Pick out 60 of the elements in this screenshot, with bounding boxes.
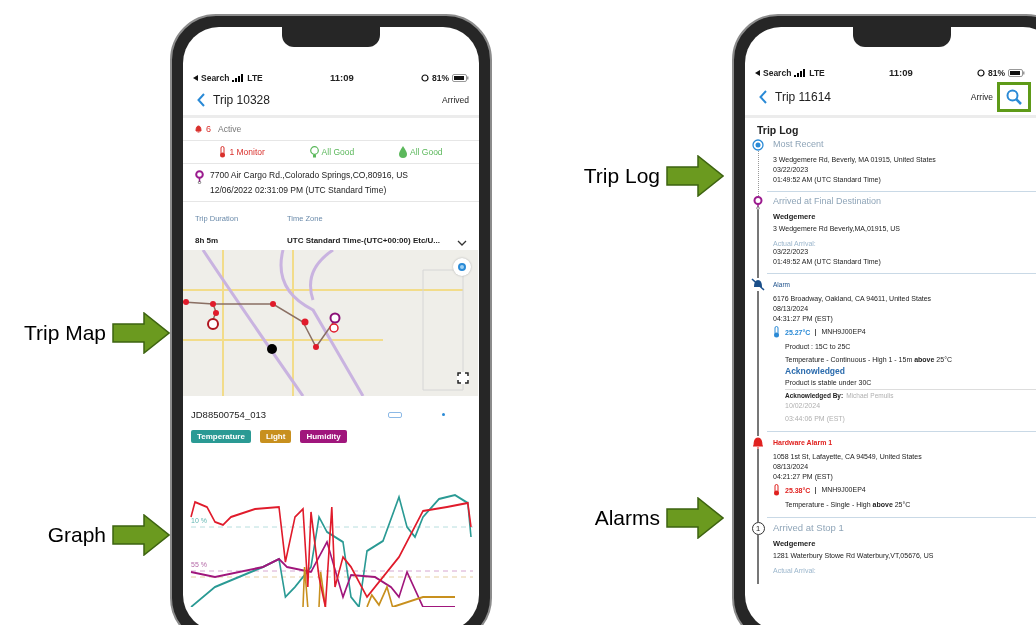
back-triangle-icon: [755, 69, 760, 76]
arrow-icon: [666, 155, 724, 197]
page-dot-icon[interactable]: [442, 413, 445, 416]
address-text: 7700 Air Cargo Rd.,Colorado Springs,CO,80916, US: [210, 170, 408, 180]
battery-icon: [1008, 68, 1025, 77]
trip-title: Trip 10328: [213, 93, 270, 107]
carrier-text: Search: [201, 72, 230, 83]
legend-tag[interactable]: Humidity: [300, 430, 347, 443]
battery-percent-text: 81%: [988, 67, 1005, 78]
device-id-text: JD88500754_013: [191, 409, 266, 420]
arrow-icon: [666, 497, 724, 539]
log-entry-title: Arrived at Stop 1: [773, 522, 845, 533]
detail-value: UTC Standard Time-(UTC+00:00) Etc/U...: [287, 236, 440, 245]
page-indicator-icon: [388, 411, 402, 418]
timestamp-text: 12/06/2022 02:31:09 PM (UTC Standard Time): [210, 185, 388, 195]
bell-slash-icon: [751, 278, 765, 291]
search-icon: [1006, 89, 1022, 105]
thermometer-icon: [773, 484, 780, 496]
alert-count: 6: [206, 124, 211, 134]
section-title: Trip Log: [756, 123, 800, 138]
callout-label: Alarms: [594, 506, 660, 530]
back-triangle-icon: [193, 74, 198, 81]
battery-percent-text: 81%: [432, 72, 449, 83]
current-location-icon: [752, 139, 764, 151]
map-pin-icon: [753, 196, 763, 210]
thermometer-icon: [773, 326, 780, 338]
network-text: LTE: [809, 67, 825, 78]
search-button[interactable]: [997, 82, 1031, 112]
acknowledged-title: Acknowledged: [785, 366, 846, 376]
clock-text: 11:09: [330, 72, 354, 83]
arrow-icon: [112, 312, 170, 354]
callout-label: Trip Log: [583, 164, 660, 188]
carrier-text: Search: [763, 67, 792, 78]
detail-value: 8h 5m: [195, 236, 220, 245]
sensor-status-text: 1 Monitor: [229, 147, 265, 157]
sensor-status-text: All Good: [321, 147, 355, 157]
alert-status-text: Active: [218, 124, 242, 134]
clock-text: 11:09: [889, 67, 913, 78]
sensor-status-text: All Good: [410, 147, 443, 157]
back-chevron-icon[interactable]: [197, 93, 205, 107]
trip-status-text: Arrive: [970, 92, 993, 102]
signal-bars-icon: [232, 73, 245, 82]
legend-tag[interactable]: Temperature: [191, 430, 251, 443]
log-entry-title: Arrived at Final Destination: [773, 196, 883, 206]
battery-icon: [452, 73, 469, 82]
trip-title: Trip 11614: [775, 90, 832, 104]
chevron-down-icon[interactable]: [457, 240, 467, 246]
network-text: LTE: [247, 72, 263, 83]
trip-status-text: Arrived: [442, 95, 469, 105]
bell-icon: [195, 125, 202, 133]
log-entry-title: Most Recent: [773, 139, 825, 149]
arrow-icon: [112, 514, 170, 556]
fullscreen-icon[interactable]: [457, 372, 469, 384]
callout-label: Trip Map: [23, 321, 106, 345]
callout-label: Graph: [47, 523, 106, 547]
signal-bars-icon: [794, 68, 807, 77]
bell-icon: [752, 436, 764, 449]
back-chevron-icon[interactable]: [759, 90, 767, 104]
legend-tag[interactable]: Light: [259, 430, 292, 443]
map-pin-icon: [195, 170, 204, 184]
